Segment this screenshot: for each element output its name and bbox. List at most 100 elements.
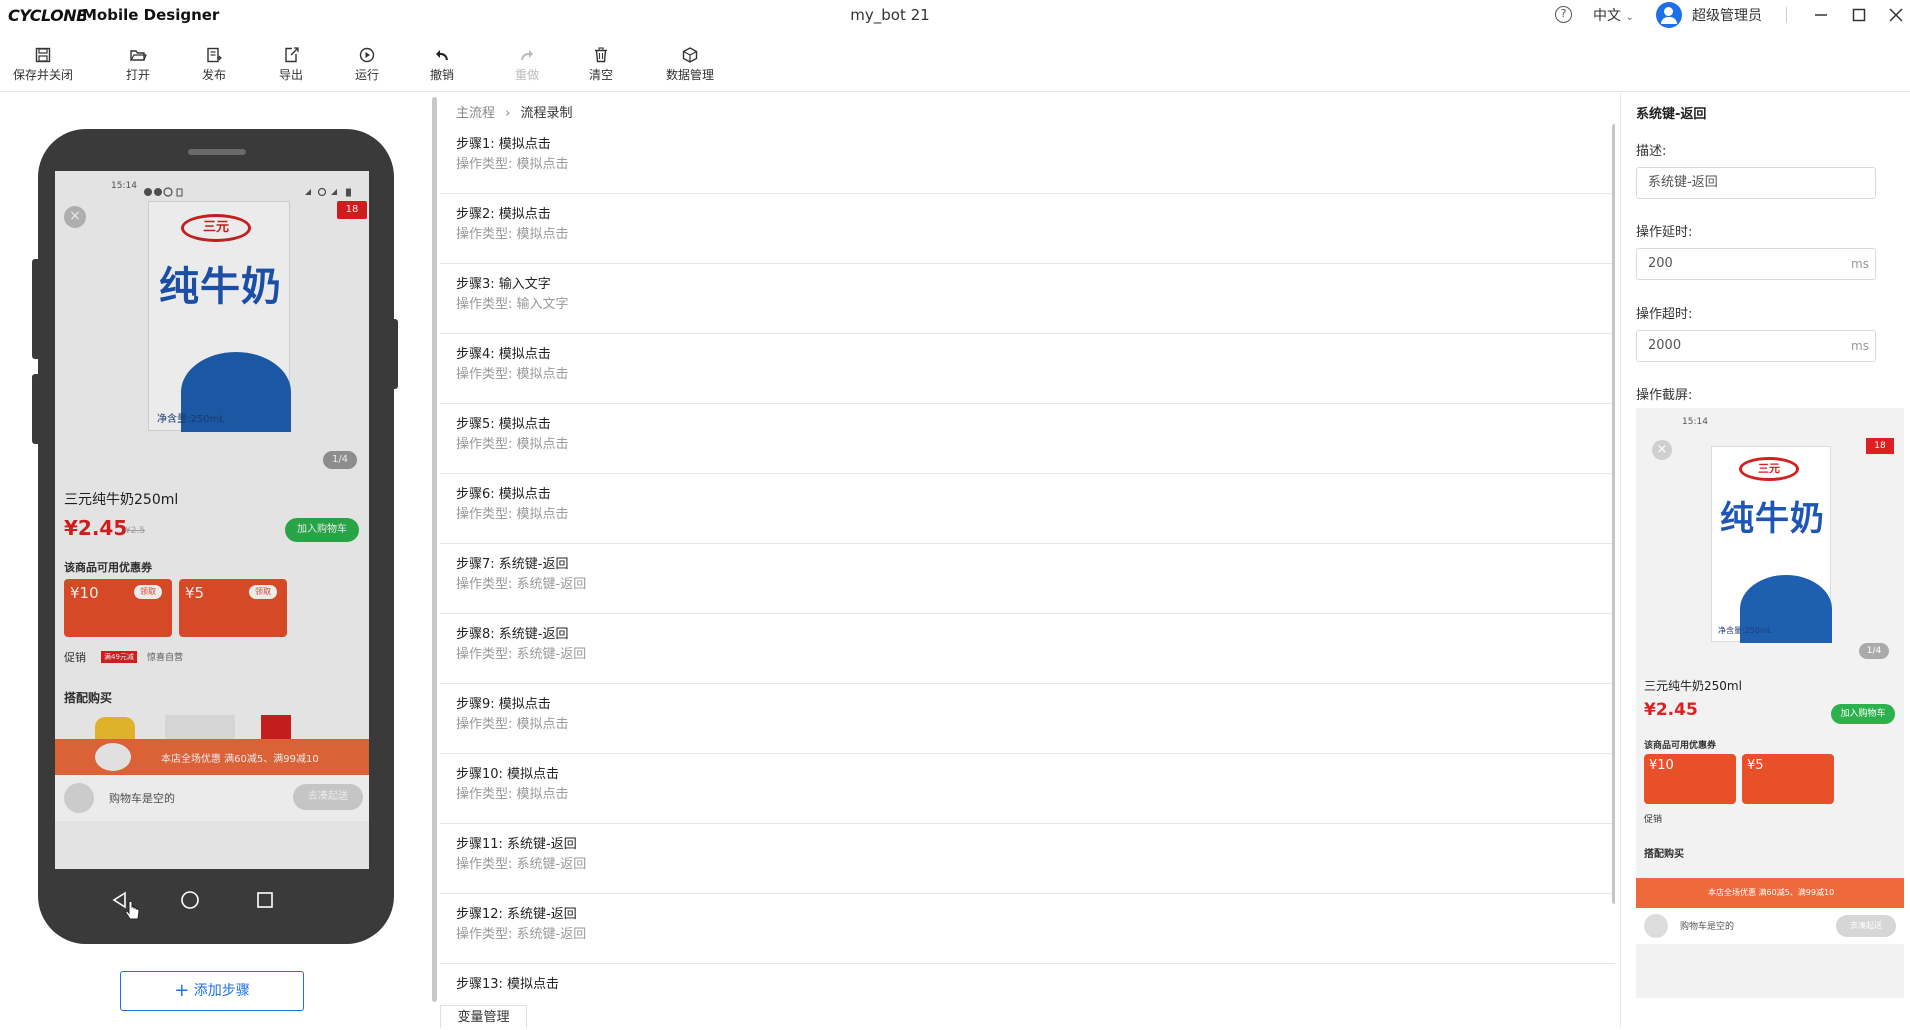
panel-splitter[interactable]	[432, 97, 437, 1002]
timeout-value: 2000	[1648, 338, 1682, 353]
tab-variable-management[interactable]: 变量管理	[440, 1005, 527, 1028]
step-type: 操作类型: 系统键-返回	[456, 577, 587, 592]
publish-icon	[205, 46, 223, 64]
open-button[interactable]: 打开	[103, 46, 173, 83]
divider	[1786, 7, 1787, 23]
thumb-cart-button: 去凑起送	[1836, 915, 1896, 937]
close-product-icon[interactable]: ×	[64, 206, 86, 228]
bundle-item-3[interactable]	[261, 715, 291, 741]
step-title: 步骤5: 模拟点击	[456, 417, 551, 432]
step-row[interactable]: 步骤4: 模拟点击 操作类型: 模拟点击	[440, 334, 1615, 404]
step-row[interactable]: 步骤13: 模拟点击	[440, 964, 1615, 1004]
step-row[interactable]: 步骤9: 模拟点击操作类型: 模拟点击	[440, 684, 1615, 754]
step-row[interactable]: 步骤8: 系统键-返回 操作类型: 系统键-返回	[440, 614, 1615, 684]
product-price: ¥2.45	[64, 516, 128, 540]
undo-button[interactable]: 撤销	[407, 46, 477, 83]
publish-button[interactable]: 发布	[179, 46, 249, 83]
add-step-label: 添加步骤	[193, 983, 250, 999]
original-price: ¥2.5	[125, 526, 146, 536]
step-row[interactable]: 步骤1: 模拟点击 操作类型: 模拟点击	[440, 124, 1615, 194]
product-title: 三元纯牛奶250ml	[64, 492, 179, 508]
run-button[interactable]: 运行	[332, 46, 402, 83]
step-row[interactable]: 步骤11: 系统键-返回 操作类型: 系统键-返回	[440, 824, 1615, 894]
coupon-1[interactable]: ¥10 领取	[64, 579, 172, 637]
step-type: 操作类型: 模拟点击	[456, 787, 569, 802]
data-management-button[interactable]: 数据管理	[655, 46, 725, 83]
step-title: 步骤7: 系统键-返回	[456, 557, 569, 572]
delay-field[interactable]: 200 ms	[1636, 248, 1876, 280]
coupon-2[interactable]: ¥5 领取	[179, 579, 287, 637]
maximize-icon[interactable]	[1848, 4, 1870, 26]
timeout-unit: ms	[1851, 339, 1869, 353]
user-avatar[interactable]	[1656, 2, 1682, 28]
plus-icon: +	[174, 980, 190, 1001]
step-row[interactable]: 步骤10: 模拟点击 操作类型: 模拟点击	[440, 754, 1615, 824]
chevron-right-icon: ›	[505, 106, 511, 121]
phone-side-button	[32, 259, 40, 359]
step-type: 操作类型: 模拟点击	[456, 227, 569, 242]
close-icon[interactable]	[1885, 4, 1907, 26]
minimize-icon[interactable]	[1810, 4, 1832, 26]
step-row[interactable]: 步骤5: 模拟点击 操作类型: 模拟点击	[440, 404, 1615, 474]
language-select[interactable]: 中文 ⌄	[1593, 5, 1634, 25]
cart-icon[interactable]	[64, 783, 94, 813]
nav-recent-icon[interactable]	[256, 891, 274, 913]
thumb-cart-text: 购物车是空的	[1680, 922, 1735, 932]
breadcrumb-root[interactable]: 主流程	[456, 106, 495, 121]
delay-label: 操作延时:	[1636, 225, 1693, 240]
step-title: 步骤9: 模拟点击	[456, 697, 551, 712]
scrollbar[interactable]	[1612, 124, 1615, 904]
step-title: 步骤11: 系统键-返回	[456, 837, 577, 852]
thumb-cart-bar: 购物车是空的 去凑起送	[1636, 908, 1904, 944]
mascot-icon	[95, 743, 131, 771]
redo-button[interactable]: 重做	[492, 46, 562, 83]
step-title: 步骤10: 模拟点击	[456, 767, 560, 782]
delay-value: 200	[1648, 256, 1673, 271]
thumb-image-counter: 1/4	[1859, 643, 1889, 659]
window-title: my_bot 21	[850, 6, 930, 24]
undo-icon	[433, 46, 451, 64]
coupon-2-value: ¥5	[185, 584, 205, 602]
thumb-coupon-2-value: ¥5	[1747, 758, 1764, 773]
properties-title: 系统键-返回	[1636, 107, 1707, 122]
user-name[interactable]: 超级管理员	[1692, 5, 1762, 25]
redo-label: 重做	[514, 68, 539, 82]
step-row[interactable]: 步骤12: 系统键-返回 操作类型: 系统键-返回	[440, 894, 1615, 964]
timeout-field[interactable]: 2000 ms	[1636, 330, 1876, 362]
nav-home-icon[interactable]	[180, 890, 200, 914]
step-row[interactable]: 步骤6: 模拟点击 操作类型: 模拟点击	[440, 474, 1615, 544]
thumb-promo-banner: 本店全场优惠 满60减5、满99减10	[1636, 878, 1904, 908]
thumb-product-title: 三元纯牛奶250ml	[1644, 679, 1742, 693]
clear-button[interactable]: 清空	[566, 46, 636, 83]
title-bar: CYCLONE Mobile Designer my_bot 21 ? 中文 ⌄…	[0, 0, 1910, 30]
bundle-item-1[interactable]	[95, 717, 135, 741]
step-type: 操作类型: 模拟点击	[456, 507, 569, 522]
cart-checkout-button[interactable]: 去凑起送	[293, 784, 363, 810]
description-field[interactable]: 系统键-返回	[1636, 167, 1876, 199]
operation-screenshot[interactable]: 15:14 × 18 三元 纯牛奶 净含量:250mL 1/4 三元纯牛奶250…	[1636, 408, 1904, 998]
thumb-net-weight: 净含量:250mL	[1718, 626, 1773, 635]
phone-side-button	[32, 374, 40, 444]
help-icon[interactable]: ?	[1555, 6, 1572, 23]
step-row[interactable]: 步骤7: 系统键-返回操作类型: 系统键-返回	[440, 544, 1615, 614]
image-counter: 1/4	[323, 451, 357, 469]
step-type: 操作类型: 模拟点击	[456, 717, 569, 732]
step-title: 步骤12: 系统键-返回	[456, 907, 577, 922]
step-list: 步骤1: 模拟点击 操作类型: 模拟点击 步骤2: 模拟点击 操作类型: 模拟点击 …	[440, 124, 1615, 1004]
save-close-button[interactable]: 保存并关闭	[8, 46, 78, 83]
thumb-add-cart: 加入购物车	[1831, 704, 1895, 724]
bundle-item-2[interactable]	[165, 715, 235, 741]
step-row[interactable]: 步骤2: 模拟点击 操作类型: 模拟点击	[440, 194, 1615, 264]
export-button[interactable]: 导出	[256, 46, 326, 83]
step-row[interactable]: 步骤3: 输入文字 操作类型: 输入文字	[440, 264, 1615, 334]
run-label: 运行	[354, 68, 379, 82]
store-promo-banner[interactable]: 本店全场优惠 满60减5、满99减10	[55, 739, 369, 775]
step-type: 操作类型: 输入文字	[456, 297, 569, 312]
phone-screen[interactable]: 15:14 × 18 三元 纯牛奶 净含量:250mL 1/4 三元纯牛奶250…	[55, 171, 369, 869]
product-image[interactable]: 三元 纯牛奶 净含量:250mL	[148, 201, 291, 432]
add-step-button[interactable]: + 添加步骤	[120, 971, 304, 1011]
clear-label: 清空	[588, 68, 613, 82]
add-to-cart-button[interactable]: 加入购物车	[285, 518, 359, 542]
phone-frame: 15:14 × 18 三元 纯牛奶 净含量:250mL 1/4 三元纯牛奶250…	[32, 129, 398, 944]
coupon-1-tag: 领取	[134, 585, 162, 599]
